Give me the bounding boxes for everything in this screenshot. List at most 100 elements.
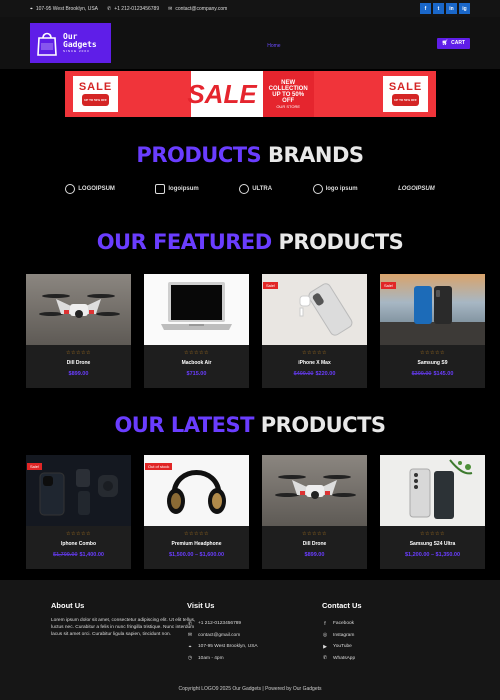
brand-mark-icon xyxy=(65,184,76,194)
latest-products-grid: Sale! ☆☆☆☆☆ Iphone Combo $1,700.00 $1,400… xyxy=(26,455,485,569)
main-nav: Home xyxy=(267,34,280,52)
product-card[interactable]: Sale! ☆☆☆☆☆ iPhone X Max $400.00 $220.00 xyxy=(262,274,367,388)
product-name[interactable]: Iphone Combo xyxy=(26,541,131,547)
product-name[interactable]: Dill Drone xyxy=(262,541,367,547)
mail-icon: ✉ xyxy=(187,632,193,639)
copyright-text: Copyright LOGO9 2025 Our Gadgets | Power… xyxy=(178,686,322,692)
footer-email[interactable]: ✉ contact@gmail.com xyxy=(187,630,307,642)
mail-icon: ✉ xyxy=(168,5,173,12)
instagram-icon: ◎ xyxy=(322,632,328,639)
product-price: $400.00 $220.00 xyxy=(293,371,336,377)
featured-heading: OUR FEATURED PRODUCTS xyxy=(96,230,404,254)
footer-instagram-link[interactable]: ◎ Instagram xyxy=(322,630,442,642)
footer-address: ⌖ 107-95 West Brooklyn, USA xyxy=(188,643,258,650)
banner-sale-text: SALE xyxy=(187,78,257,109)
product-image-samsung-s24[interactable] xyxy=(380,455,485,526)
facebook-icon[interactable]: f xyxy=(420,3,431,14)
product-name[interactable]: iPhone X Max xyxy=(262,360,367,366)
location-icon: ⌖ xyxy=(30,5,33,12)
phone-icon: ✆ xyxy=(187,620,193,627)
footer-about-title: About Us xyxy=(51,601,85,610)
footer-phone[interactable]: ✆ +1 212-0123456789 xyxy=(187,618,307,630)
promo-banner[interactable]: SALE UP TO 50% OFF SALE NEW COLLECTION U… xyxy=(65,71,436,117)
cart-button[interactable]: 🛒︎ CART xyxy=(436,37,470,49)
footer-contact-title: Contact Us xyxy=(322,601,362,610)
logo-text-line2: Gadgets xyxy=(63,40,97,49)
brand-logo-1[interactable]: LOGOIPSUM xyxy=(65,184,115,194)
product-image-drone[interactable] xyxy=(262,455,367,526)
banner-center: SALE NEW COLLECTION UP TO 50% OFF OUR ST… xyxy=(187,71,314,117)
product-card[interactable]: ☆☆☆☆☆ Macbook Air $715.00 xyxy=(144,274,249,388)
site-logo[interactable]: Our Gadgets SINCE 2003 xyxy=(30,23,111,63)
site-footer: About Us Lorem ipsum dolor sit amet, con… xyxy=(0,580,500,700)
product-card[interactable]: Sale! ☆☆☆☆☆ Samsung S9 $300.00 $145.00 xyxy=(380,274,485,388)
product-card[interactable]: ☆☆☆☆☆ Samsung S24 Ultra $1,200.00 – $1,3… xyxy=(380,455,485,569)
rating-stars: ☆☆☆☆☆ xyxy=(66,531,91,537)
brand-logo-5[interactable]: LOGOIPSUM xyxy=(398,186,435,192)
linkedin-icon[interactable]: in xyxy=(446,3,457,14)
samsung-s24-image xyxy=(409,459,473,519)
footer-facebook-link[interactable]: f Facebook xyxy=(322,618,442,630)
footer-visit-title: Visit Us xyxy=(187,601,215,610)
out-of-stock-badge: Out of stock xyxy=(145,463,173,470)
footer-visit: Visit Us ✆ +1 212-0123456789 ✉ contact@gma… xyxy=(187,601,307,664)
laptop-image xyxy=(161,282,232,330)
latest-heading: OUR LATEST PRODUCTS xyxy=(114,413,386,437)
rating-stars: ☆☆☆☆☆ xyxy=(420,350,445,356)
product-price: $1,700.00 $1,400.00 xyxy=(53,552,104,558)
banner-right-tag: SALE UP TO 50% OFF xyxy=(383,76,428,112)
footer-about: About Us Lorem ipsum dolor sit amet, con… xyxy=(51,601,196,638)
brand-logo-4[interactable]: logo ipsum xyxy=(312,184,358,194)
social-links: f t in ig xyxy=(420,3,470,14)
banner-left-tag: SALE UP TO 50% OFF xyxy=(73,76,118,112)
product-price: $899.00 xyxy=(68,371,89,377)
footer-youtube-link[interactable]: ▶ YouTube xyxy=(322,641,442,653)
product-price: $1,200.00 – $1,350.00 xyxy=(404,552,461,558)
shopping-bag-icon xyxy=(37,32,57,56)
rating-stars: ☆☆☆☆☆ xyxy=(184,350,209,356)
nav-home-link[interactable]: Home xyxy=(267,43,280,49)
brand-mark-icon xyxy=(155,184,166,194)
twitter-icon[interactable]: t xyxy=(433,3,444,14)
product-image-drone[interactable] xyxy=(26,274,131,345)
product-name[interactable]: Samsung S9 xyxy=(380,360,485,366)
product-card[interactable]: ☆☆☆☆☆ Dill Drone $899.00 xyxy=(26,274,131,388)
instagram-icon[interactable]: ig xyxy=(459,3,470,14)
banner-collection: NEW COLLECTION UP TO 50% OFF OUR STORE xyxy=(262,71,314,117)
top-address: ⌖ 107-95 West Brooklyn, USA xyxy=(30,5,98,12)
phone-icon: ✆ xyxy=(107,5,112,12)
footer-whatsapp-link[interactable]: ✆ WhatsApp xyxy=(322,653,442,665)
product-name[interactable]: Samsung S24 Ultra xyxy=(380,541,485,547)
product-card[interactable]: Out of stock ☆☆☆☆☆ Premium Headphone $1,… xyxy=(144,455,249,569)
rating-stars: ☆☆☆☆☆ xyxy=(184,531,209,537)
laurel-icon xyxy=(239,184,250,194)
facebook-icon: f xyxy=(324,620,326,627)
site-header: Our Gadgets SINCE 2003 Home 🛒︎ CART xyxy=(0,17,500,69)
product-price: $899.00 xyxy=(304,552,325,558)
rating-stars: ☆☆☆☆☆ xyxy=(302,531,327,537)
product-name[interactable]: Macbook Air xyxy=(144,360,249,366)
brand-logo-2[interactable]: logoipsum xyxy=(155,184,199,194)
product-price: $1,500.00 – $1,600.00 xyxy=(168,552,225,558)
sale-badge: Sale! xyxy=(27,463,43,470)
product-card[interactable]: ☆☆☆☆☆ Dill Drone $899.00 xyxy=(262,455,367,569)
logo-subtext: SINCE 2003 xyxy=(63,49,90,53)
product-price: $715.00 xyxy=(186,371,207,377)
top-phone[interactable]: ✆ +1 212-0123456789 xyxy=(107,6,159,12)
rating-stars: ☆☆☆☆☆ xyxy=(420,531,445,537)
rating-stars: ☆☆☆☆☆ xyxy=(302,350,327,356)
product-name[interactable]: Premium Headphone xyxy=(144,541,249,547)
sale-badge: Sale! xyxy=(263,282,279,289)
brands-heading: PRODUCTS BRANDS xyxy=(136,143,364,167)
product-image-laptop[interactable] xyxy=(144,274,249,345)
footer-about-text: Lorem ipsum dolor sit amet, consectetur … xyxy=(51,618,196,637)
footer-hours: ◷ 10am - 4pm xyxy=(187,655,224,662)
clock-icon: ◷ xyxy=(187,655,193,662)
top-email[interactable]: ✉ contact@company.com xyxy=(168,6,227,12)
cart-icon: 🛒︎ xyxy=(441,40,449,46)
product-card[interactable]: Sale! ☆☆☆☆☆ Iphone Combo $1,700.00 $1,400… xyxy=(26,455,131,569)
product-name[interactable]: Dill Drone xyxy=(26,360,131,366)
drone-image xyxy=(275,475,356,499)
sale-badge: Sale! xyxy=(381,282,397,289)
brand-logo-3[interactable]: ULTRA xyxy=(239,184,272,194)
